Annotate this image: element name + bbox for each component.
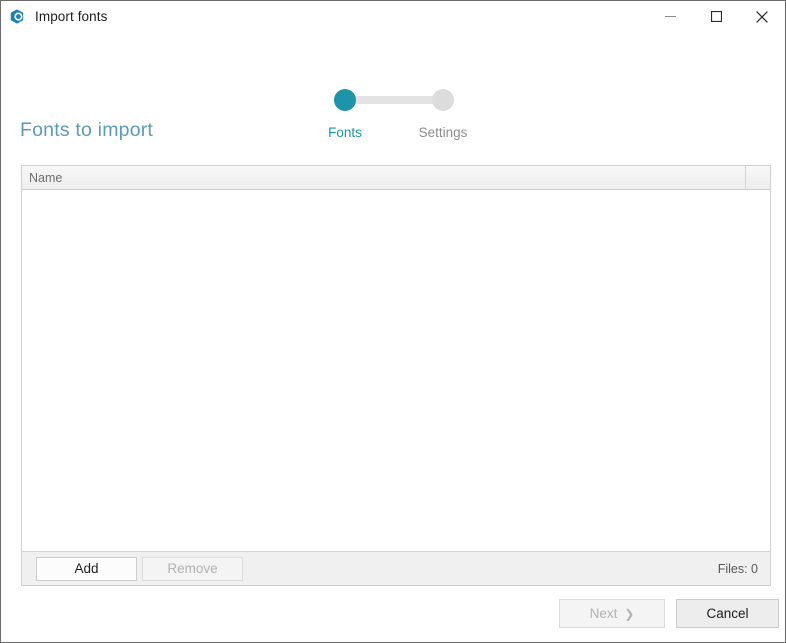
window-title: Import fonts — [35, 9, 108, 24]
import-fonts-window: Import fonts Fonts Settings Fonts to imp… — [0, 0, 786, 643]
add-button[interactable]: Add — [36, 556, 137, 581]
fonts-list-body[interactable] — [22, 190, 770, 550]
dialog-footer: Next ❯ Cancel — [1, 586, 785, 642]
stepper-label-fonts: Fonts — [328, 125, 362, 140]
remove-button: Remove — [142, 556, 243, 581]
close-button[interactable] — [739, 1, 785, 32]
window-titlebar[interactable]: Import fonts — [1, 1, 785, 32]
window-controls — [647, 1, 785, 32]
minimize-button[interactable] — [647, 1, 693, 32]
page-title: Fonts to import — [20, 119, 154, 141]
minimize-icon — [664, 16, 676, 17]
stepper-dot-fonts[interactable] — [334, 89, 356, 111]
close-icon — [756, 10, 768, 23]
stepper-dot-settings[interactable] — [432, 89, 454, 111]
chevron-right-icon: ❯ — [624, 606, 635, 621]
files-count-status: Files: 0 — [717, 562, 758, 576]
maximize-button[interactable] — [693, 1, 739, 32]
column-header-spacer — [746, 166, 770, 189]
maximize-icon — [710, 11, 722, 22]
cancel-button[interactable]: Cancel — [676, 599, 779, 628]
next-button: Next ❯ — [559, 599, 665, 628]
wizard-stepper: Fonts Settings — [1, 45, 785, 140]
fonts-list-header: Name — [22, 166, 770, 190]
fonts-list-toolbar: Add Remove Files: 0 — [22, 551, 770, 585]
next-button-label: Next — [589, 606, 618, 621]
fonts-list-panel: Name Add Remove Files: 0 — [21, 165, 771, 586]
stepper-track — [346, 96, 442, 104]
column-header-name[interactable]: Name — [22, 166, 746, 189]
stepper-label-settings: Settings — [418, 125, 468, 140]
app-logo-icon — [10, 8, 24, 24]
